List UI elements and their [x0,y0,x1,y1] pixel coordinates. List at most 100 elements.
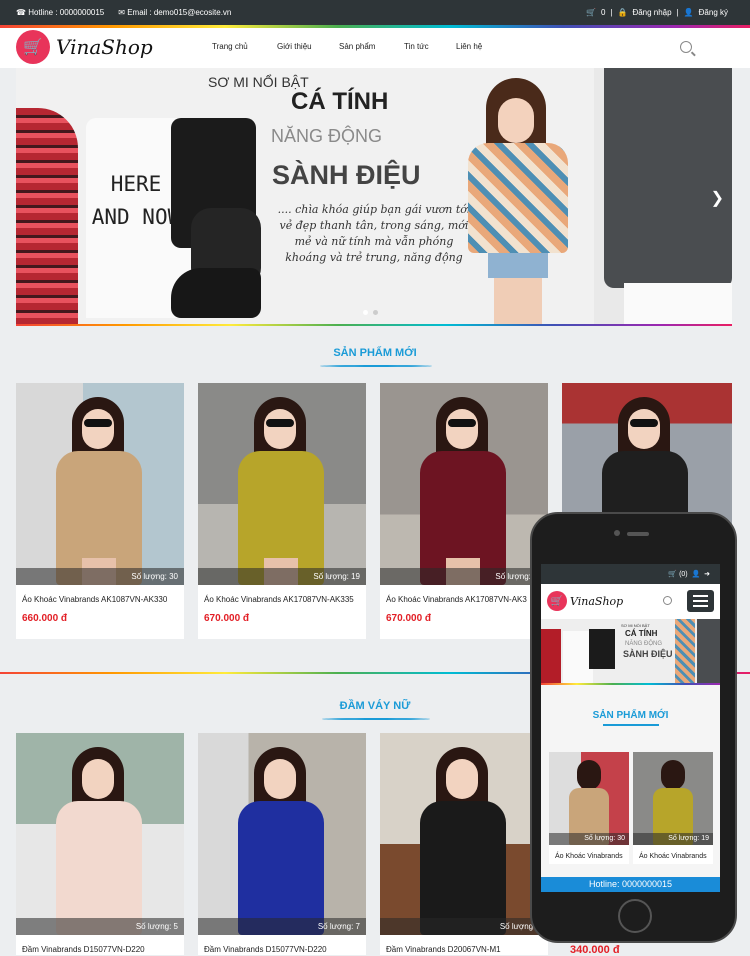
user-plus-icon: 👤 [683,8,694,17]
dress-shape [56,801,142,935]
user-icon[interactable]: 👤 [692,571,701,578]
banner-line-4: SÀNH ĐIỆU [272,160,421,190]
product-card[interactable]: Số lượng: 6 Đầm Vinabrands D20067VN-M1 [380,733,548,955]
top-bar: ☎ Hotline : 0000000015 ✉ Email : demo015… [0,0,750,25]
rainbow-divider [16,324,732,326]
quantity-label: Số lượng: 19 [198,568,366,585]
quantity-label: Số lượng: 5 [16,918,184,935]
cart-icon[interactable]: 🛒 [586,8,596,17]
nav-item-about[interactable]: Giới thiệu [277,42,339,51]
nav-item-contact[interactable]: Liên hệ [456,42,506,51]
product-image[interactable]: Số lượng: 20 [380,383,548,585]
product-card[interactable]: Số lượng: 5 Đầm Vinabrands D15077VN-D220 [16,733,184,955]
register-link[interactable]: Đăng ký [699,8,728,17]
nav-item-news[interactable]: Tin tức [404,42,456,51]
quantity-label: Số lượng: 6 [380,918,548,935]
product-image[interactable]: Số lượng: 5 [16,733,184,935]
mobile-logo-text: VinaShop [570,594,624,608]
mobile-phone-mockup: 🛒 (0) 👤 ➜ 🛒 VinaShop SƠ MI NỔI BẬT CÁ TÍ… [530,512,737,943]
quantity-label: Số lượng: 20 [380,568,548,585]
product-name[interactable]: Áo Khoác Vinabrands AK1087VN-AK330 [16,585,184,604]
mobile-section-title: SẢN PHẨM MỚI [592,710,669,721]
chevron-right-icon[interactable]: ❯ [711,188,724,208]
cart-count[interactable]: 0 [601,8,605,17]
cart-icon[interactable]: 🛒 [668,571,677,578]
banner-description: .... chìa khóa giúp bạn gái vươn tới vẻ … [277,203,471,264]
mobile-cart-count[interactable]: (0) [679,571,688,578]
mobile-product-name[interactable]: Áo Khoác Vinabrands [633,845,713,862]
shopping-cart-logo-icon: 🛒 [16,30,50,64]
login-link[interactable]: Đăng nhập [632,8,671,17]
email-label: Email : demo015@ecosite.vn [127,8,232,17]
mobile-hotline-bar[interactable]: Hotline: 0000000015 [541,877,720,892]
product-card[interactable]: Số lượng: 7 Đầm Vinabrands D15077VN-D220 [198,733,366,955]
product-image[interactable]: Số lượng: 6 [380,733,548,935]
boot-image [171,268,261,318]
model-girl-image [446,68,586,325]
title-underline [322,718,430,720]
product-name[interactable]: Đầm Vinabrands D15077VN-D220 [198,935,366,954]
mobile-logo[interactable]: 🛒 VinaShop [547,591,623,611]
product-image[interactable]: Số lượng: 7 [198,733,366,935]
quantity-label: Số lượng: 30 [16,568,184,585]
product-name[interactable]: Áo Khoác Vinabrands AK17087VN-AK335 [198,585,366,604]
search-icon[interactable] [680,41,692,53]
product-card[interactable]: Số lượng: 30 Áo Khoác Vinabrands AK1087V… [16,383,184,639]
quantity-label: Số lượng: 7 [198,918,366,935]
logo[interactable]: 🛒 VinaShop [16,30,153,64]
mobile-quantity-label: Số lượng: 30 [549,833,629,845]
phone-camera [614,530,620,536]
mobile-quantity-label: Số lượng: 19 [633,833,713,845]
separator: | [676,8,679,17]
hamburger-menu-icon[interactable] [687,590,714,612]
phone-home-button [618,899,652,933]
mobile-screen: 🛒 (0) 👤 ➜ 🛒 VinaShop SƠ MI NỔI BẬT CÁ TÍ… [541,564,720,892]
section-title-new-products: SẢN PHẨM MỚI [333,347,417,359]
mobile-banner-line-1: SƠ MI NỔI BẬT [621,623,650,628]
product-price: 660.000 đ [22,613,68,624]
logo-text: VinaShop [56,35,153,59]
product-card[interactable]: Số lượng: 20 Áo Khoác Vinabrands AK17087… [380,383,548,639]
title-underline [603,724,659,726]
banner-line-2: CÁ TÍNH [291,88,389,115]
header: 🛒 VinaShop Trang chủ Giới thiệu Sản phẩm… [0,28,750,68]
hotline-text: ☎ Hotline : 0000000015 [16,8,105,17]
product-name[interactable]: Đầm Vinabrands D15077VN-D220 [16,935,184,954]
search-icon[interactable] [663,596,672,605]
separator: | [610,8,613,17]
mobile-product-card[interactable]: Số lượng: 30 Áo Khoác Vinabrands [549,752,629,864]
mobile-header: 🛒 VinaShop [541,584,720,619]
product-name[interactable]: Áo Khoác Vinabrands AK17087VN-AK3 [380,585,548,604]
phone-speaker [627,532,649,536]
nav-item-products[interactable]: Sản phẩm [339,42,404,51]
hero-banner[interactable]: HERE AND NOW SƠ MI NỔI BẬT CÁ TÍNH NĂNG … [16,68,732,325]
shopping-cart-logo-icon: 🛒 [547,591,567,611]
mobile-banner-line-4: SÀNH ĐIỆU [623,649,673,659]
product-price: 670.000 đ [204,613,250,624]
mobile-product-card[interactable]: Số lượng: 19 Áo Khoác Vinabrands [633,752,713,864]
email-text[interactable]: ✉ Email : demo015@ecosite.vn [118,8,231,17]
product-price: 340.000 đ [570,944,620,956]
product-price: 670.000 đ [386,613,432,624]
sign-in-icon[interactable]: ➜ [704,571,710,578]
banner-line-3: NĂNG ĐỘNG [271,126,383,146]
plaid-shirt-image [16,108,78,325]
mobile-product-image[interactable]: Số lượng: 30 [549,752,629,845]
mobile-banner-line-3: NĂNG ĐỘNG [625,641,663,647]
mobile-banner[interactable]: SƠ MI NỔI BẬT CÁ TÍNH NĂNG ĐỘNG SÀNH ĐIỆ… [541,619,720,683]
product-card[interactable]: Số lượng: 19 Áo Khoác Vinabrands AK17087… [198,383,366,639]
mobile-product-image[interactable]: Số lượng: 19 [633,752,713,845]
product-image[interactable]: Số lượng: 30 [16,383,184,585]
product-image[interactable]: Số lượng: 19 [198,383,366,585]
dress-shape [420,801,506,935]
nav-item-home[interactable]: Trang chủ [212,42,277,51]
lock-icon: 🔒 [617,8,628,17]
dress-shape [238,801,324,935]
mobile-product-name[interactable]: Áo Khoác Vinabrands [549,845,629,862]
main-nav: Trang chủ Giới thiệu Sản phẩm Tin tức Li… [212,42,506,51]
mobile-top-bar: 🛒 (0) 👤 ➜ [541,564,720,584]
slider-dot[interactable] [363,310,368,315]
product-name[interactable]: Đầm Vinabrands D20067VN-M1 [380,935,548,954]
slider-dot[interactable] [373,310,378,315]
mobile-banner-line-2: CÁ TÍNH [625,629,658,638]
